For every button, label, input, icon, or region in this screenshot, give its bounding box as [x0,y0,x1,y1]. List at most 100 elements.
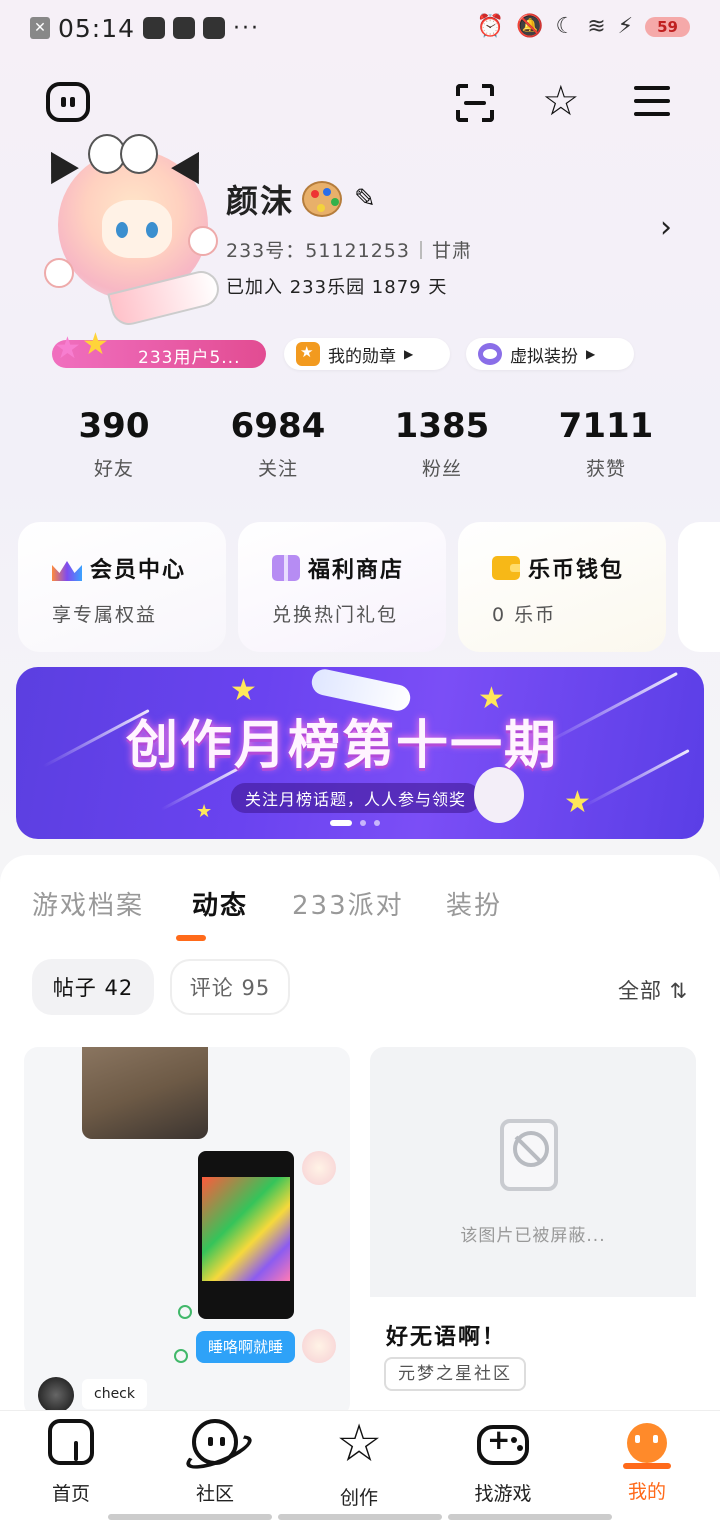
triangle-right-icon: ▶ [586,347,596,361]
avatar [38,1377,74,1413]
stat-friends[interactable]: 390 好友 [44,406,184,481]
card-title: 福利商店 [308,558,405,583]
nav-community[interactable]: 社区 [160,1419,270,1506]
banner-character-image [474,767,524,823]
home-icon [48,1419,94,1465]
status-bar: ✕ 05:14 ··· ⏰ 🔕 ☾ ≋ ⚡ 59 [0,0,720,56]
avatar [302,1329,336,1363]
sort-filter[interactable]: 全部 ⇅ [618,975,688,1005]
medal-icon [296,342,320,366]
gesture-bar [0,1514,720,1520]
blocked-image-icon [500,1119,558,1191]
post-card[interactable]: 该图片已被屏蔽... 好无语啊！ 元梦之星社区 [370,1047,696,1417]
bottom-navigation: 首页 社区 ☆ 创作 找游戏 我的 [0,1410,720,1520]
alarm-icon: ⏰ [476,14,505,39]
blocked-image-placeholder: 该图片已被屏蔽... [370,1047,696,1297]
star-icon: ★ [564,785,591,820]
promo-banner[interactable]: ★ ★ ★ ★ 创作月榜第十一期 关注月榜话题，人人参与领奖 [16,667,704,839]
star-create-icon: ☆ [335,1414,383,1474]
avatar[interactable] [37,130,223,329]
nav-me[interactable]: 我的 [592,1419,702,1504]
tab-233-party[interactable]: 233派对 [292,885,404,922]
wallet-icon [492,556,520,580]
user-id: 233号：51121253 [226,240,410,262]
badges-row: 233用户5... ★ ★ 我的勋章 ▶ 虚拟装扮 ▶ [52,330,672,372]
blocked-text: 该图片已被屏蔽... [460,1226,606,1246]
chevron-right-icon[interactable]: › [660,210,672,245]
card-subtitle: 0 乐币 [492,604,557,626]
stat-label: 好友 [93,458,134,480]
medal-button[interactable]: 我的勋章 ▶ [284,338,450,370]
star-icon: ★ [196,801,213,822]
divider [419,240,422,259]
nav-label: 社区 [195,1483,234,1505]
message-icon[interactable] [46,82,90,122]
moon-icon: ☾ [555,14,576,39]
community-tag[interactable]: 元梦之星社区 [384,1357,526,1391]
wifi-icon: ≋ [587,14,606,39]
stat-value: 390 [78,406,150,446]
triangle-right-icon: ▶ [404,347,414,361]
profile-face-icon [623,1423,671,1469]
stat-fans[interactable]: 1385 粉丝 [372,406,512,481]
tab-game-archive[interactable]: 游戏档案 [32,885,144,922]
screenshot-image [198,1151,294,1319]
more-notifications: ··· [233,15,261,41]
nav-label: 创作 [339,1487,378,1509]
chip-comments[interactable]: 评论 95 [170,959,290,1015]
nav-create[interactable]: ☆ 创作 [304,1414,414,1510]
chat-message: check [82,1379,147,1409]
virtual-dress-button[interactable]: 虚拟装扮 ▶ [466,338,634,370]
palette-icon [302,181,343,217]
nav-home[interactable]: 首页 [16,1419,126,1506]
nav-find-games[interactable]: 找游戏 [448,1419,558,1506]
stat-label: 关注 [257,458,298,480]
user-region: 甘肃 [431,240,472,262]
medal-label: 我的勋章 [328,346,396,367]
app-icon [173,17,196,39]
menu-icon[interactable] [634,86,670,116]
card-subtitle: 兑换热门礼包 [272,604,399,626]
stat-label: 粉丝 [421,458,462,480]
gamepad-icon [477,1423,529,1465]
gift-icon [272,555,300,581]
carousel-indicator [330,820,380,826]
tab-feed[interactable]: 动态 [192,885,248,922]
profile-info[interactable]: 颜沫 ✎ 233号：51121253 甘肃 已加入 233乐园 1879 天 [226,176,666,299]
level-stars-icon: ★ ★ [54,327,109,366]
star-icon[interactable]: ☆ [542,78,580,124]
banner-subtitle: 关注月榜话题，人人参与领奖 [231,783,481,813]
stat-value: 6984 [230,406,326,446]
card-partial[interactable] [678,522,720,652]
avatar [302,1151,336,1185]
card-welfare-shop[interactable]: 福利商店 兑换热门礼包 [238,522,446,652]
virtual-dress-label: 虚拟装扮 [510,346,578,367]
card-coin-wallet[interactable]: 乐币钱包 0 乐币 [458,522,666,652]
crown-icon [52,555,82,581]
edit-icon[interactable]: ✎ [354,184,376,214]
card-member-center[interactable]: 会员中心 享专属权益 [18,522,226,652]
stat-value: 1385 [394,406,490,446]
mute-icon: 🔕 [516,14,544,39]
status-time: 05:14 [58,13,136,43]
post-title: 好无语啊！ [386,1325,507,1350]
stat-following[interactable]: 6984 关注 [208,406,348,481]
cat-mask-icon [478,343,502,365]
charging-icon: ⚡ [617,14,634,39]
card-title: 乐币钱包 [528,558,625,583]
card-title: 会员中心 [90,558,187,583]
content-panel: 游戏档案 动态 233派对 装扮 帖子 42 评论 95 全部 ⇅ 睡咯啊就睡 … [0,855,720,1417]
tab-indicator [176,935,206,941]
close-notification-icon: ✕ [30,17,50,39]
stat-likes[interactable]: 7111 获赞 [536,406,676,481]
scan-icon[interactable] [456,84,494,122]
stat-label: 获赞 [585,458,626,480]
tab-dress[interactable]: 装扮 [446,885,502,922]
chip-posts[interactable]: 帖子 42 [32,959,154,1015]
app-icon [203,17,226,39]
post-card[interactable]: 睡咯啊就睡 check [24,1047,350,1417]
planet-icon [192,1419,238,1465]
stat-value: 7111 [558,406,654,446]
check-icon [178,1305,192,1319]
nav-label: 首页 [51,1483,90,1505]
